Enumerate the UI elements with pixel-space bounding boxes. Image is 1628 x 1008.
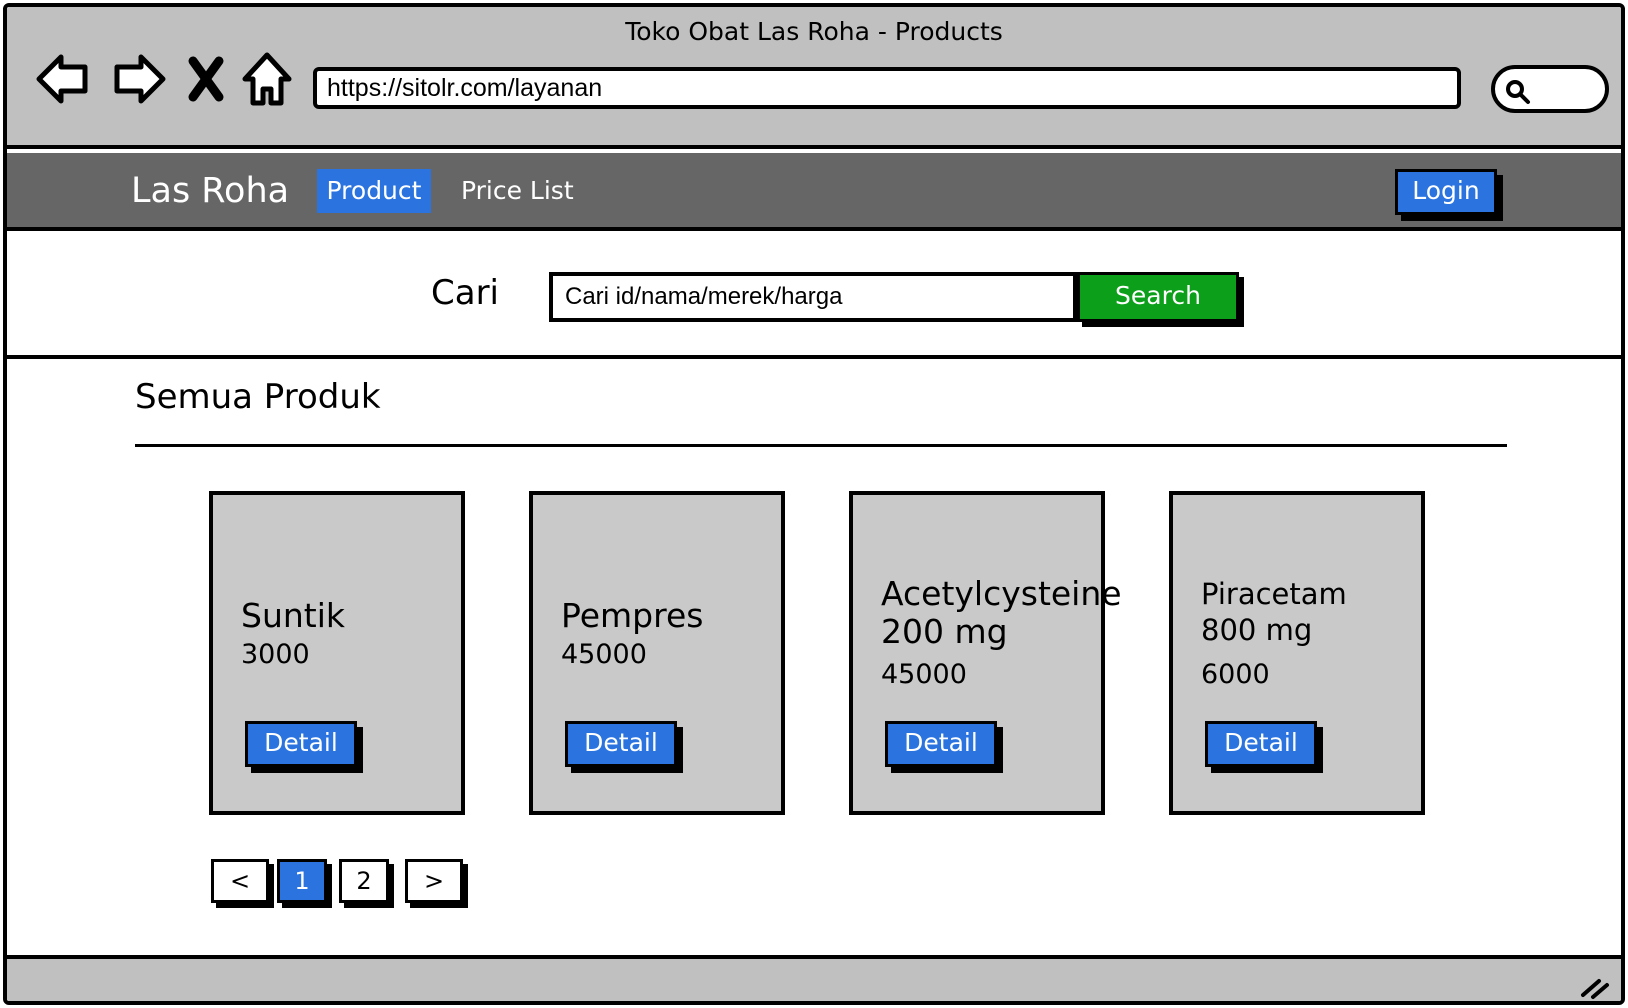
pagination-next-button[interactable]: > (405, 859, 463, 903)
detail-button[interactable]: Detail (1205, 721, 1317, 767)
product-name: Suntik (241, 596, 345, 635)
stop-icon[interactable] (179, 47, 243, 111)
login-button[interactable]: Login (1395, 169, 1497, 215)
brand-logo[interactable]: Las Roha (131, 171, 289, 211)
divider (7, 355, 1621, 359)
section-divider (135, 444, 1507, 447)
product-card: Piracetam 800 mg 6000 Detail (1169, 491, 1425, 815)
product-name: Piracetam (1201, 577, 1347, 611)
search-icon (1506, 80, 1530, 104)
pagination-page-2[interactable]: 2 (339, 859, 389, 903)
search-label: Cari (431, 273, 499, 313)
pagination-prev-button[interactable]: < (211, 859, 269, 903)
resize-grip-icon[interactable] (1579, 973, 1611, 1001)
window-title: Toko Obat Las Roha - Products (625, 17, 1003, 46)
product-price: 3000 (241, 639, 310, 670)
product-price: 45000 (561, 639, 647, 670)
forward-icon[interactable] (105, 47, 169, 111)
product-card: Suntik 3000 Detail (209, 491, 465, 815)
section-title: Semua Produk (135, 377, 381, 417)
detail-button[interactable]: Detail (885, 721, 997, 767)
detail-button[interactable]: Detail (565, 721, 677, 767)
browser-search-box[interactable] (1491, 65, 1609, 113)
product-dosage: 200 mg (881, 612, 1008, 651)
app-navbar: Las Roha Product Price List Login (7, 153, 1621, 231)
product-price: 45000 (881, 659, 967, 690)
status-bar (7, 955, 1621, 1001)
product-card: Pempres 45000 Detail (529, 491, 785, 815)
browser-window: Toko Obat Las Roha - Products Las Roha P… (3, 3, 1625, 1005)
address-bar[interactable] (313, 67, 1461, 109)
search-button[interactable]: Search (1077, 272, 1239, 322)
browser-chrome: Toko Obat Las Roha - Products (7, 7, 1621, 149)
product-dosage: 800 mg (1201, 613, 1313, 647)
pagination-page-1[interactable]: 1 (277, 859, 327, 903)
search-input[interactable] (549, 272, 1077, 322)
nav-item-product[interactable]: Product (317, 169, 431, 213)
detail-button[interactable]: Detail (245, 721, 357, 767)
product-card: Acetylcysteine 200 mg 45000 Detail (849, 491, 1122, 815)
home-icon[interactable] (235, 47, 299, 111)
nav-item-price-list[interactable]: Price List (461, 169, 574, 213)
product-price: 6000 (1201, 659, 1270, 690)
product-name: Acetylcysteine (881, 574, 1122, 613)
product-name: Pempres (561, 596, 704, 635)
back-icon[interactable] (33, 47, 97, 111)
